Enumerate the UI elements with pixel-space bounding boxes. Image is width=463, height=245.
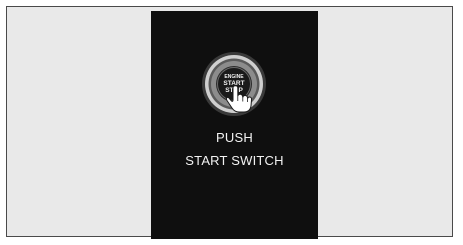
instruction-line-1: PUSH [216,130,253,145]
illustration-frame: ENGINE START STOP PUSH START SWITCH [6,6,453,239]
engine-start-stop-button[interactable]: ENGINE START STOP [200,50,268,118]
dashboard-display: ENGINE START STOP PUSH START SWITCH [151,11,318,239]
instruction-line-2: START SWITCH [185,153,284,168]
